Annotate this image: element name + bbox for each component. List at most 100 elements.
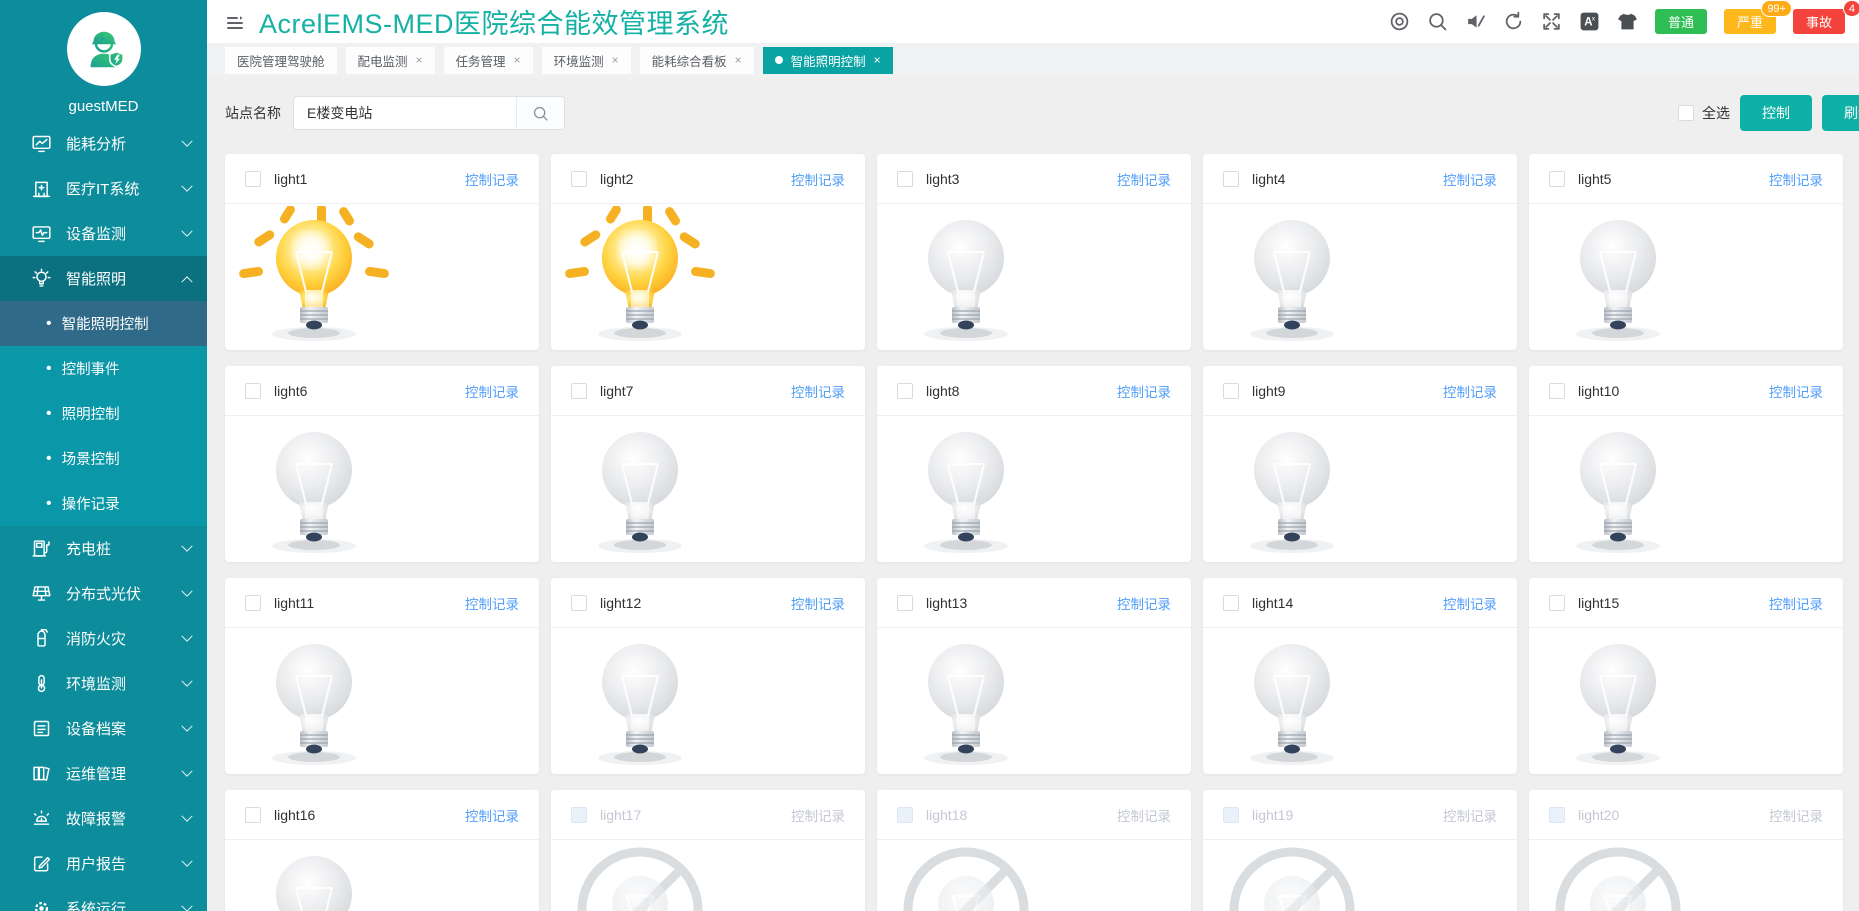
control-button[interactable]: 控制 [1740,95,1812,131]
sidebar-item-fault-alarm[interactable]: 故障报警 [0,796,207,841]
control-record-link[interactable]: 控制记录 [791,169,845,189]
control-record-link[interactable]: 控制记录 [1769,381,1823,401]
sidebar-subitem-lighting-control[interactable]: • 照明控制 [0,391,207,436]
control-record-link[interactable]: 控制记录 [1769,593,1823,613]
sidebar-subitem-smart-lighting-control[interactable]: • 智能照明控制 [0,301,207,346]
light-checkbox[interactable] [1549,594,1565,611]
close-tab-icon[interactable]: × [735,53,742,67]
light-checkbox[interactable] [897,170,913,187]
refresh-button[interactable]: 刷新 [1822,95,1859,131]
tab-task-management[interactable]: 任务管理 × [443,46,533,74]
card-body [1203,204,1517,349]
tab-environment-monitoring[interactable]: 环境监测 × [541,46,631,74]
control-record-link[interactable]: 控制记录 [465,381,519,401]
alarm-badge-accident[interactable]: 事故 4 [1792,0,1859,34]
bulb-off-image [565,418,865,558]
control-record-link[interactable]: 控制记录 [1117,169,1171,189]
chevron-down-icon [181,855,193,867]
card-body [1203,628,1517,773]
theme-icon[interactable] [1617,11,1638,32]
control-record-link[interactable]: 控制记录 [791,381,845,401]
target-icon[interactable] [1389,11,1410,32]
control-record-link[interactable]: 控制记录 [465,805,519,825]
bulb-off-image [891,206,1191,346]
light-name: light8 [926,382,960,399]
site-name-input[interactable] [294,97,516,129]
tab-power-monitoring[interactable]: 配电监测 × [345,46,435,74]
translate-icon[interactable]: Ax [1579,11,1600,32]
light-checkbox[interactable] [897,594,913,611]
sidebar-item-label: 设备监测 [66,226,127,243]
control-record-link[interactable]: 控制记录 [1117,381,1171,401]
refresh-icon[interactable] [1503,11,1524,32]
active-tab-dot-icon [774,56,783,64]
light-card-light10: light10 控制记录 [1529,366,1843,562]
sidebar-item-medical-it[interactable]: 医疗IT系统 [0,166,207,211]
tab-hospital-dashboard[interactable]: 医院管理驾驶舱 [225,46,337,74]
topbar: AcrelEMS-MED医院综合能效管理系统 Ax 普通 严重 99+ 事故 4 [207,0,1859,43]
sidebar-item-smart-lighting[interactable]: 智能照明 [0,256,207,301]
close-tab-icon[interactable]: × [416,53,423,67]
sidebar-item-user-report[interactable]: 用户报告 [0,841,207,886]
close-tab-icon[interactable]: × [612,53,619,67]
sidebar-item-energy-analysis[interactable]: 能耗分析 [0,121,207,166]
sidebar-subitem-scene-control[interactable]: • 场景控制 [0,436,207,481]
control-record-link[interactable]: 控制记录 [465,593,519,613]
bullet-icon: • [46,449,52,467]
avatar[interactable] [66,12,141,86]
card-header: light12 控制记录 [551,578,865,628]
light-checkbox[interactable] [897,382,913,399]
sidebar-item-device-archives[interactable]: 设备档案 [0,706,207,751]
fullscreen-icon[interactable] [1541,11,1562,32]
control-record-link[interactable]: 控制记录 [1117,593,1171,613]
sidebar-item-fire-safety[interactable]: 消防火灾 [0,616,207,661]
search-icon[interactable] [1427,11,1448,32]
alarm-badge-severe[interactable]: 严重 99+ [1723,0,1792,34]
tab-energy-dashboard[interactable]: 能耗综合看板 × [639,46,754,74]
card-body [877,628,1191,773]
light-card-light17: light17 控制记录 [551,790,865,911]
sidebar-item-device-monitoring[interactable]: 设备监测 [0,211,207,256]
close-tab-icon[interactable]: × [514,53,521,67]
light-checkbox[interactable] [245,382,261,399]
mute-icon[interactable] [1465,11,1486,32]
control-record-link[interactable]: 控制记录 [1769,169,1823,189]
light-checkbox[interactable] [571,594,587,611]
sidebar-item-charging-pile[interactable]: 充电桩 [0,526,207,571]
tab-smart-lighting-control[interactable]: 智能照明控制 × [762,46,893,74]
card-header: light5 控制记录 [1529,154,1843,204]
light-checkbox[interactable] [245,806,261,823]
sidebar-item-distributed-pv[interactable]: 分布式光伏 [0,571,207,616]
card-body [551,204,865,349]
sidebar-item-system-operation[interactable]: 系统运行 [0,886,207,911]
control-record-link[interactable]: 控制记录 [791,593,845,613]
light-checkbox[interactable] [245,170,261,187]
sidebar-subitem-label: 控制事件 [61,362,120,378]
control-record-link[interactable]: 控制记录 [1443,169,1497,189]
search-button[interactable] [516,97,564,129]
light-checkbox[interactable] [1549,382,1565,399]
bulb-disabled-image [1543,842,1843,911]
light-checkbox[interactable] [1223,170,1239,187]
light-checkbox[interactable] [571,382,587,399]
control-record-link[interactable]: 控制记录 [465,169,519,189]
sidebar-subitem-label: 场景控制 [61,452,120,468]
light-checkbox[interactable] [1223,594,1239,611]
light-checkbox[interactable] [245,594,261,611]
control-record-link[interactable]: 控制记录 [1443,593,1497,613]
light-card-light19: light19 控制记录 [1203,790,1517,911]
light-checkbox[interactable] [1549,170,1565,187]
sidebar-subitem-operation-records[interactable]: • 操作记录 [0,481,207,526]
card-header: light11 控制记录 [225,578,539,628]
chevron-down-icon [181,180,193,192]
light-checkbox[interactable] [1223,382,1239,399]
close-tab-icon[interactable]: × [874,53,881,67]
select-all-checkbox[interactable] [1678,105,1694,121]
collapse-menu-icon[interactable] [225,13,245,33]
sidebar-subitem-control-events[interactable]: • 控制事件 [0,346,207,391]
control-record-link[interactable]: 控制记录 [1443,381,1497,401]
light-checkbox[interactable] [571,170,587,187]
sidebar-item-env-monitoring[interactable]: 环境监测 [0,661,207,706]
sidebar-item-ops-management[interactable]: 运维管理 [0,751,207,796]
alarm-badge-normal[interactable]: 普通 [1654,9,1707,34]
